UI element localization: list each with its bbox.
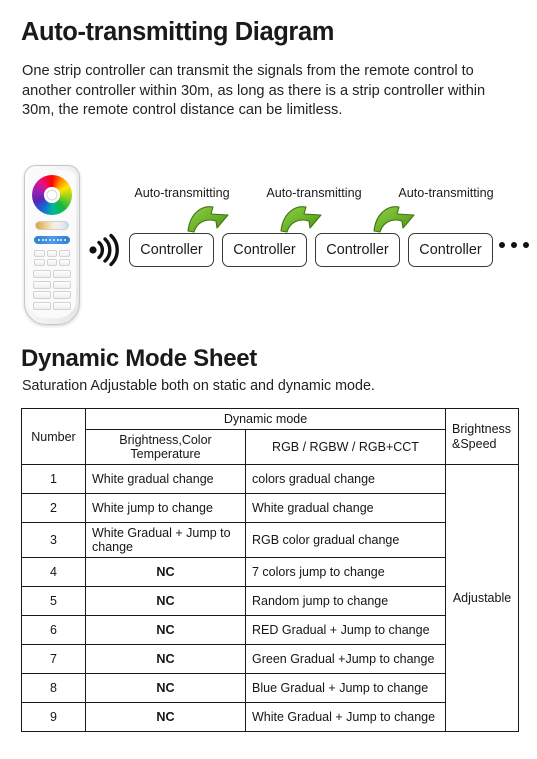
ellipsis-dot bbox=[499, 242, 505, 248]
cell-rgb: White gradual change bbox=[245, 493, 446, 523]
cell-brightness-color-temperature: White gradual change bbox=[85, 464, 246, 494]
remote-key bbox=[53, 291, 71, 299]
cell-rgb: White Gradual + Jump to change bbox=[245, 702, 446, 732]
cell-rgb: Green Gradual +Jump to change bbox=[245, 644, 446, 674]
remote-key bbox=[34, 259, 45, 266]
ellipsis-indicator bbox=[499, 242, 529, 248]
column-header-number: Number bbox=[21, 408, 86, 465]
table-row: 3 White Gradual + Jump to change RGB col… bbox=[21, 522, 519, 558]
table-row: 7 NC Green Gradual +Jump to change bbox=[21, 644, 519, 674]
remote-key bbox=[59, 250, 70, 257]
cell-brightness-color-temperature: White Gradual + Jump to change bbox=[85, 522, 246, 558]
table-row: 9 NC White Gradual + Jump to change bbox=[21, 702, 519, 732]
section-subtitle: Saturation Adjustable both on static and… bbox=[22, 378, 375, 394]
cell-brightness-color-temperature: White jump to change bbox=[85, 493, 246, 523]
auto-transmitting-label: Auto-transmitting bbox=[398, 186, 494, 200]
led-dot bbox=[56, 239, 59, 241]
remote-key bbox=[34, 250, 45, 257]
page-title: Auto-transmitting Diagram bbox=[21, 18, 335, 46]
cell-number: 9 bbox=[21, 702, 86, 732]
cell-brightness-color-temperature: NC bbox=[85, 702, 246, 732]
transmit-arrow-icon bbox=[372, 203, 430, 235]
cell-number: 3 bbox=[21, 522, 86, 558]
table-row: 8 NC Blue Gradual + Jump to change bbox=[21, 673, 519, 703]
cell-rgb: RGB color gradual change bbox=[245, 522, 446, 558]
led-dot bbox=[45, 239, 48, 241]
led-dot bbox=[64, 239, 67, 241]
ellipsis-dot bbox=[523, 242, 529, 248]
cell-brightness-color-temperature: NC bbox=[85, 644, 246, 674]
intro-paragraph: One strip controller can transmit the si… bbox=[22, 63, 486, 119]
remote-key bbox=[33, 291, 51, 299]
cell-brightness-speed: Adjustable bbox=[445, 464, 519, 732]
auto-transmitting-label: Auto-transmitting bbox=[266, 186, 362, 200]
brightness-speed-line1: Brightness bbox=[452, 421, 512, 436]
rf-signal-icon bbox=[88, 233, 120, 267]
transmit-arrow-icon bbox=[279, 203, 337, 235]
remote-key bbox=[33, 270, 51, 278]
controller-box: Controller bbox=[315, 233, 400, 267]
cell-brightness-color-temperature: NC bbox=[85, 557, 246, 587]
table-row: 5 NC Random jump to change bbox=[21, 586, 519, 616]
section-title-dynamic-mode: Dynamic Mode Sheet bbox=[21, 345, 257, 372]
auto-transmitting-label: Auto-transmitting bbox=[134, 186, 230, 200]
cell-number: 8 bbox=[21, 673, 86, 703]
controller-box: Controller bbox=[222, 233, 307, 267]
cell-rgb: 7 colors jump to change bbox=[245, 557, 446, 587]
auto-transmitting-diagram: Auto-transmitting Auto-transmitting Auto… bbox=[0, 155, 537, 340]
remote-key bbox=[46, 259, 58, 266]
cell-rgb: Random jump to change bbox=[245, 586, 446, 616]
ellipsis-dot bbox=[511, 242, 517, 248]
column-header-rgb: RGB / RGBW / RGB+CCT bbox=[245, 429, 446, 465]
remote-key bbox=[53, 280, 71, 289]
remote-face bbox=[28, 170, 76, 318]
cell-rgb: Blue Gradual + Jump to change bbox=[245, 673, 446, 703]
brightness-speed-line2: &Speed bbox=[452, 436, 497, 451]
column-header-dynamic-mode: Dynamic mode bbox=[85, 408, 446, 430]
dynamic-mode-table: Number Dynamic mode Brightness &Speed Bri… bbox=[21, 408, 519, 732]
led-dot bbox=[52, 239, 55, 241]
color-wheel-hub bbox=[46, 189, 58, 201]
led-indicator-bar bbox=[34, 236, 70, 244]
cell-brightness-color-temperature: NC bbox=[85, 615, 246, 645]
cell-number: 1 bbox=[21, 464, 86, 494]
table-header-row-1: Number Dynamic mode Brightness &Speed bbox=[21, 408, 519, 465]
color-wheel-icon bbox=[32, 175, 72, 215]
led-dot bbox=[41, 239, 44, 241]
remote-key bbox=[33, 301, 51, 310]
led-dot bbox=[37, 239, 40, 241]
controller-box: Controller bbox=[129, 233, 214, 267]
cell-brightness-color-temperature: NC bbox=[85, 586, 246, 616]
remote-key bbox=[59, 259, 70, 266]
cell-rgb: colors gradual change bbox=[245, 464, 446, 494]
cell-number: 6 bbox=[21, 615, 86, 645]
table-header-row-2: Brightness,Color Temperature RGB / RGBW … bbox=[22, 429, 519, 465]
column-header-brightness-color-temperature: Brightness,Color Temperature bbox=[85, 429, 246, 465]
cell-brightness-color-temperature: NC bbox=[85, 673, 246, 703]
cell-number: 2 bbox=[21, 493, 86, 523]
remote-key bbox=[33, 280, 51, 289]
cell-number: 5 bbox=[21, 586, 86, 616]
led-dot bbox=[60, 239, 63, 241]
remote-top-keys bbox=[34, 250, 70, 266]
table-row: 4 NC 7 colors jump to change bbox=[21, 557, 519, 587]
cell-number: 7 bbox=[21, 644, 86, 674]
remote-key bbox=[53, 301, 71, 310]
remote-zone-keys bbox=[33, 270, 71, 310]
table-row: 2 White jump to change White gradual cha… bbox=[21, 493, 519, 523]
transmit-arrow-icon bbox=[186, 203, 244, 235]
cell-number: 4 bbox=[21, 557, 86, 587]
cell-rgb: RED Gradual + Jump to change bbox=[245, 615, 446, 645]
remote-key bbox=[53, 270, 71, 278]
table-row: 6 NC RED Gradual + Jump to change bbox=[21, 615, 519, 645]
color-temperature-slider bbox=[35, 221, 69, 230]
column-header-brightness-speed: Brightness &Speed bbox=[445, 408, 519, 465]
remote-control-illustration bbox=[24, 165, 80, 325]
table-row: 1 White gradual change colors gradual ch… bbox=[21, 464, 519, 732]
remote-key bbox=[46, 250, 58, 257]
led-dot bbox=[49, 239, 52, 241]
controller-box: Controller bbox=[408, 233, 493, 267]
